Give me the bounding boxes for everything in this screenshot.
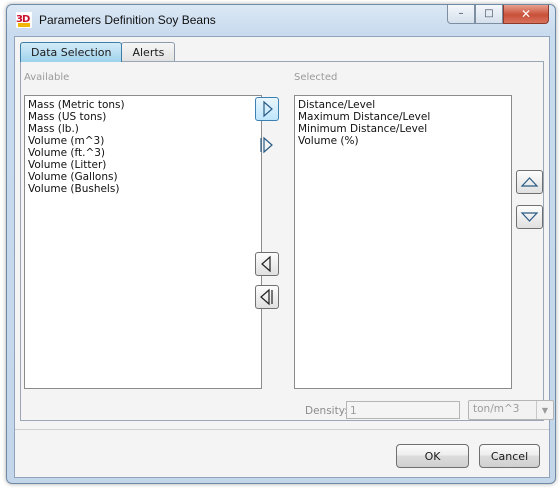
list-item[interactable]: Volume (Bushels) <box>25 183 261 195</box>
close-button[interactable]: ✕ <box>503 5 549 24</box>
triangle-down-icon <box>520 212 539 222</box>
available-items: Mass (Metric tons) Mass (US tons) Mass (… <box>25 96 261 195</box>
chevron-left-icon <box>261 255 271 273</box>
triangle-up-icon <box>520 177 539 187</box>
ok-button[interactable]: OK <box>396 444 469 468</box>
list-item[interactable]: Maximum Distance/Level <box>295 111 511 123</box>
density-input[interactable]: 1 <box>346 401 460 419</box>
selected-list[interactable]: Distance/Level Maximum Distance/Level Mi… <box>294 95 512 389</box>
tab-alerts[interactable]: Alerts <box>121 42 176 61</box>
cancel-button[interactable]: Cancel <box>479 444 540 468</box>
list-item[interactable]: Volume (m^3) <box>25 135 261 147</box>
3d-logo-icon: 3 D <box>16 12 32 28</box>
tab-strip: Data Selection Alerts <box>20 42 176 62</box>
density-unit-value: ton/m^3 <box>473 403 520 415</box>
list-item[interactable]: Volume (%) <box>295 135 511 147</box>
density-label: Density: <box>305 405 348 417</box>
list-item[interactable]: Mass (US tons) <box>25 111 261 123</box>
add-button[interactable] <box>255 97 279 121</box>
available-label: Available <box>24 72 70 83</box>
minimize-button[interactable]: – <box>447 5 475 24</box>
add-all-button[interactable] <box>255 133 279 157</box>
list-item[interactable]: Mass (Metric tons) <box>25 99 261 111</box>
chevron-right-icon <box>263 100 273 118</box>
tab-data-selection[interactable]: Data Selection <box>20 42 123 62</box>
footer-divider <box>15 429 549 430</box>
window-title: Parameters Definition Soy Beans <box>39 13 216 27</box>
maximize-button[interactable]: □ <box>475 5 503 24</box>
list-item[interactable]: Volume (ft.^3) <box>25 147 261 159</box>
list-item[interactable]: Distance/Level <box>295 99 511 111</box>
data-selection-panel: Available Mass (Metric tons) Mass (US to… <box>20 61 554 421</box>
selected-items: Distance/Level Maximum Distance/Level Mi… <box>295 96 511 147</box>
double-chevron-left-icon <box>260 288 273 306</box>
selected-label: Selected <box>294 72 338 83</box>
move-down-button[interactable] <box>516 205 543 229</box>
list-item[interactable]: Volume (Gallons) <box>25 171 261 183</box>
dialog-content: Data Selection Alerts Available Mass (Me… <box>14 36 554 478</box>
double-chevron-right-icon <box>260 136 273 154</box>
caption-buttons: – □ ✕ <box>447 5 549 25</box>
list-item[interactable]: Volume (Litter) <box>25 159 261 171</box>
density-unit-select[interactable]: ton/m^3 ▼ <box>468 400 554 420</box>
title-bar[interactable]: 3 D Parameters Definition Soy Beans – □ … <box>7 5 555 35</box>
maximize-icon: □ <box>484 8 494 19</box>
move-up-button[interactable] <box>516 170 543 194</box>
chevron-down-icon[interactable]: ▼ <box>536 401 553 419</box>
remove-all-button[interactable] <box>255 285 279 309</box>
list-item[interactable]: Minimum Distance/Level <box>295 123 511 135</box>
available-list[interactable]: Mass (Metric tons) Mass (US tons) Mass (… <box>24 95 262 389</box>
close-icon: ✕ <box>520 7 532 21</box>
dialog-window: 3 D Parameters Definition Soy Beans – □ … <box>6 4 556 484</box>
remove-button[interactable] <box>255 252 279 276</box>
minimize-icon: – <box>458 8 464 19</box>
list-item[interactable]: Mass (lb.) <box>25 123 261 135</box>
